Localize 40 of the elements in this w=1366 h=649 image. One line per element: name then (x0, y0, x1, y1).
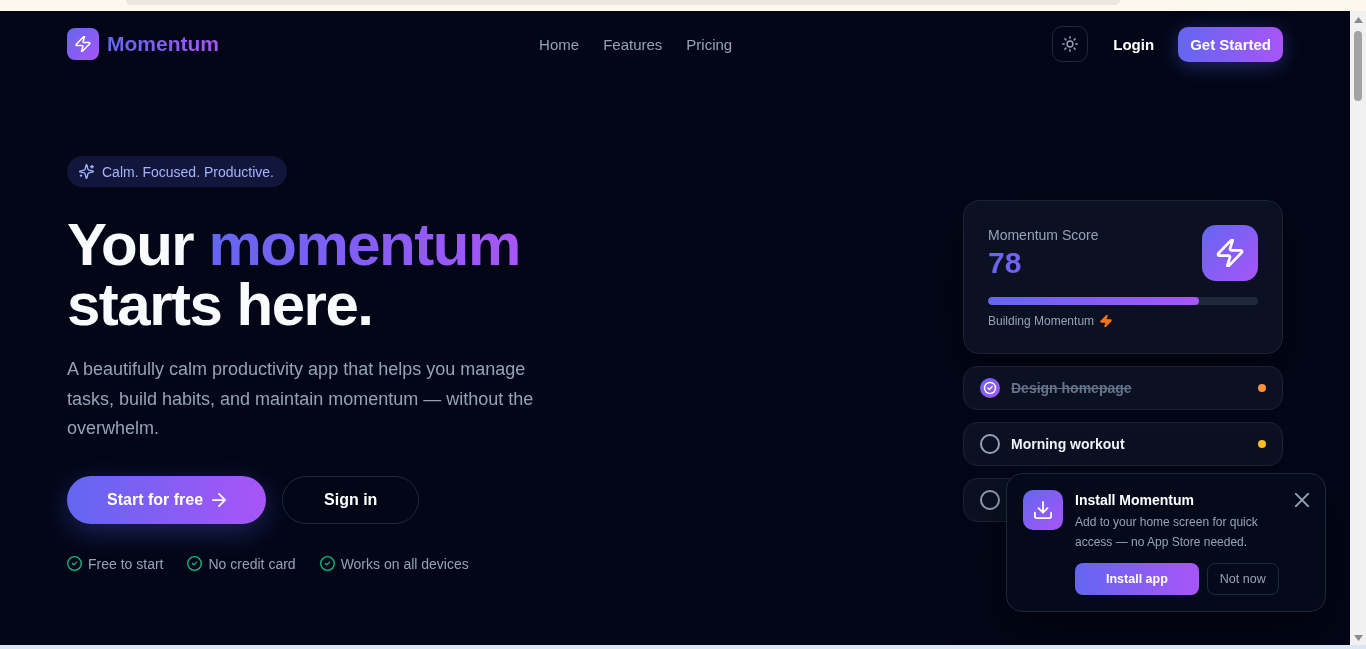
lightning-tile-icon (1202, 224, 1258, 281)
perk-text: Free to start (88, 555, 164, 572)
task-card[interactable]: Design homepage (963, 365, 1283, 410)
get-started-button[interactable]: Get Started (1178, 26, 1283, 62)
score-label: Momentum Score (988, 225, 1099, 245)
theme-toggle-button[interactable] (1052, 26, 1089, 62)
download-tile-icon (1023, 490, 1063, 530)
status-text: Building Momentum (988, 312, 1095, 329)
sun-icon (1062, 36, 1079, 52)
task-checkbox[interactable] (980, 489, 1000, 510)
task-checkbox[interactable] (980, 433, 1000, 454)
scrollbar-thumb[interactable] (1354, 31, 1362, 101)
tagline-text: Calm. Focused. Productive. (102, 163, 274, 180)
arrow-right-icon (212, 492, 227, 507)
login-link[interactable]: Login (1113, 35, 1155, 53)
task-card[interactable]: Morning workout (963, 421, 1283, 466)
task-checkbox[interactable] (980, 377, 1000, 398)
nav-link[interactable]: Features (603, 35, 663, 53)
close-icon[interactable] (1295, 493, 1309, 507)
sparkles-icon (79, 164, 94, 179)
task-title: Design homepage (1011, 379, 1132, 396)
scroll-down-arrow-icon[interactable] (1353, 635, 1363, 641)
bolt-icon (1100, 314, 1113, 327)
not-now-button[interactable]: Not now (1206, 563, 1279, 595)
lightning-logo-icon[interactable] (67, 28, 99, 60)
check-circle-icon (67, 556, 82, 571)
perk-text: Works on all devices (340, 555, 469, 572)
scroll-up-arrow-icon[interactable] (1353, 17, 1363, 23)
task-title: Morning workout (1011, 435, 1125, 452)
install-app-button[interactable]: Install app (1075, 563, 1199, 595)
perk-text: No credit card (208, 555, 296, 572)
start-free-button[interactable]: Start for free (67, 475, 267, 524)
prompt-title: Install Momentum (1075, 491, 1195, 510)
prompt-description: Add to your home screen for quick access — no App Store needed. (1075, 514, 1259, 551)
hero-description: A beautifully calm productivity app that helps you manage tasks, build habits, and maintain momentum — without the overwhelm. (67, 358, 535, 440)
hero-heading: Your momentum starts here. (67, 215, 521, 335)
check-circle-icon (187, 556, 203, 571)
check-circle-icon (319, 556, 335, 571)
nav-link[interactable]: Home (539, 35, 580, 53)
nav-link[interactable]: Pricing (686, 35, 733, 53)
